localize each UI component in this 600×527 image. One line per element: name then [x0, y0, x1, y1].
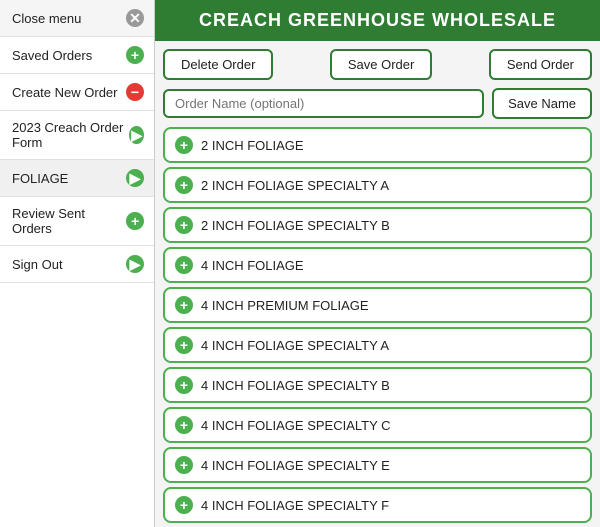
add-category-icon: +	[175, 176, 193, 194]
add-category-icon: +	[175, 376, 193, 394]
sidebar-item-sign-out[interactable]: Sign Out ▶	[0, 246, 154, 283]
add-category-icon: +	[175, 256, 193, 274]
arrow-icon: ▶	[126, 169, 144, 187]
app-title: CREACH GREENHOUSE WHOLESALE	[199, 10, 556, 30]
plus-icon: +	[126, 212, 144, 230]
sidebar-item-order-form[interactable]: 2023 Creach Order Form▶	[0, 111, 154, 160]
category-item-4-inch-foliage-specialty-c[interactable]: +4 INCH FOLIAGE SPECIALTY C	[163, 407, 592, 443]
category-label: 4 INCH FOLIAGE	[201, 258, 304, 273]
send-order-button[interactable]: Send Order	[489, 49, 592, 80]
category-item-4-inch-premium-foliage[interactable]: +4 INCH PREMIUM FOLIAGE	[163, 287, 592, 323]
category-item-4-inch-foliage-specialty-e[interactable]: +4 INCH FOLIAGE SPECIALTY E	[163, 447, 592, 483]
category-item-4-inch-foliage[interactable]: +4 INCH FOLIAGE	[163, 247, 592, 283]
category-item-4-inch-foliage-specialty-b[interactable]: +4 INCH FOLIAGE SPECIALTY B	[163, 367, 592, 403]
category-label: 2 INCH FOLIAGE SPECIALTY A	[201, 178, 389, 193]
sidebar-item-label: Sign Out	[12, 257, 63, 272]
main-content: CREACH GREENHOUSE WHOLESALE Delete Order…	[155, 0, 600, 527]
sidebar-item-label: Create New Order	[12, 85, 117, 100]
sidebar-item-create-new-order[interactable]: Create New Order−	[0, 74, 154, 111]
category-item-2-inch-foliage-specialty-b[interactable]: +2 INCH FOLIAGE SPECIALTY B	[163, 207, 592, 243]
add-category-icon: +	[175, 496, 193, 514]
category-item-4-inch-foliage-specialty-f[interactable]: +4 INCH FOLIAGE SPECIALTY F	[163, 487, 592, 523]
add-category-icon: +	[175, 136, 193, 154]
category-item-2-inch-foliage-specialty-a[interactable]: +2 INCH FOLIAGE SPECIALTY A	[163, 167, 592, 203]
delete-order-button[interactable]: Delete Order	[163, 49, 273, 80]
category-item-4-inch-foliage-specialty-a[interactable]: +4 INCH FOLIAGE SPECIALTY A	[163, 327, 592, 363]
category-label: 4 INCH FOLIAGE SPECIALTY A	[201, 338, 389, 353]
minus-icon: −	[126, 83, 144, 101]
add-category-icon: +	[175, 456, 193, 474]
category-label: 4 INCH FOLIAGE SPECIALTY B	[201, 378, 390, 393]
save-order-button[interactable]: Save Order	[330, 49, 432, 80]
sidebar: Close menu ✕ Saved Orders + Create New Order…	[0, 0, 155, 527]
sidebar-item-label: 2023 Creach Order Form	[12, 120, 129, 150]
add-category-icon: +	[175, 336, 193, 354]
sidebar-item-label: FOLIAGE	[12, 171, 68, 186]
arrow-icon: ▶	[126, 255, 144, 273]
order-name-input[interactable]	[163, 89, 484, 118]
sidebar-item-saved-orders[interactable]: Saved Orders +	[0, 37, 154, 74]
save-name-button[interactable]: Save Name	[492, 88, 592, 119]
order-name-row: Save Name	[155, 88, 600, 127]
toolbar: Delete Order Save Order Send Order	[155, 41, 600, 88]
sidebar-item-label: Review Sent Orders	[12, 206, 126, 236]
category-label: 2 INCH FOLIAGE	[201, 138, 304, 153]
category-label: 4 INCH PREMIUM FOLIAGE	[201, 298, 369, 313]
add-category-icon: +	[175, 296, 193, 314]
add-category-icon: +	[175, 416, 193, 434]
app-header: CREACH GREENHOUSE WHOLESALE	[155, 0, 600, 41]
close-icon: ✕	[126, 9, 144, 27]
category-label: 4 INCH FOLIAGE SPECIALTY C	[201, 418, 391, 433]
sidebar-item-label: Close menu	[12, 11, 81, 26]
sidebar-item-foliage[interactable]: FOLIAGE ▶	[0, 160, 154, 197]
arrow-icon: ▶	[129, 126, 144, 144]
sidebar-item-label: Saved Orders	[12, 48, 92, 63]
category-item-2-inch-foliage[interactable]: +2 INCH FOLIAGE	[163, 127, 592, 163]
plus-icon: +	[126, 46, 144, 64]
category-label: 4 INCH FOLIAGE SPECIALTY F	[201, 498, 389, 513]
sidebar-item-close-menu[interactable]: Close menu ✕	[0, 0, 154, 37]
category-label: 4 INCH FOLIAGE SPECIALTY E	[201, 458, 390, 473]
sidebar-item-review-sent-orders[interactable]: Review Sent Orders+	[0, 197, 154, 246]
category-list: +2 INCH FOLIAGE+2 INCH FOLIAGE SPECIALTY…	[155, 127, 600, 527]
category-label: 2 INCH FOLIAGE SPECIALTY B	[201, 218, 390, 233]
add-category-icon: +	[175, 216, 193, 234]
